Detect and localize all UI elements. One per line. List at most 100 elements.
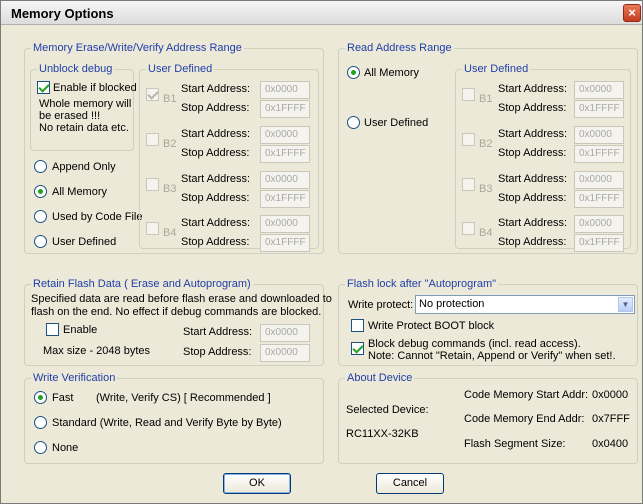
read-all-memory-radio[interactable] <box>347 66 360 79</box>
retain-description-line: Specified data are read before flash era… <box>31 293 332 305</box>
write-bank-b4-checkbox[interactable] <box>146 222 159 235</box>
write-b3-start-input[interactable]: 0x0000 <box>260 171 310 189</box>
retain-stop-label: Stop Address: <box>183 346 252 358</box>
selected-device-label: Selected Device: <box>346 404 429 416</box>
write-bank-b2-checkbox[interactable] <box>146 133 159 146</box>
enable-if-blocked-checkbox[interactable] <box>37 81 50 94</box>
all-memory-label: All Memory <box>52 186 108 198</box>
write-protect-boot-checkbox[interactable] <box>351 319 364 332</box>
write-protect-boot-label: Write Protect BOOT block <box>368 320 495 332</box>
read-bank-b3-checkbox[interactable] <box>462 178 475 191</box>
stop-address-label: Stop Address: <box>181 192 250 204</box>
ok-button[interactable]: OK <box>223 473 291 494</box>
start-address-label: Start Address: <box>498 173 568 185</box>
write-b1-start-input[interactable]: 0x0000 <box>260 81 310 99</box>
read-bank-b1-label: B1 <box>479 93 493 105</box>
user-defined-radio[interactable] <box>34 235 47 248</box>
append-only-label: Append Only <box>52 161 116 173</box>
start-address-label: Start Address: <box>181 128 251 140</box>
write-b1-stop-input[interactable]: 0x1FFFF <box>260 100 310 118</box>
verify-standard-label: Standard (Write, Read and Verify Byte by… <box>52 417 282 429</box>
read-b2-start-input[interactable]: 0x0000 <box>574 126 624 144</box>
read-range-legend: Read Address Range <box>345 42 454 55</box>
write-bank-b1-label: B1 <box>163 93 177 105</box>
verify-none-radio[interactable] <box>34 441 47 454</box>
stop-address-label: Stop Address: <box>181 147 250 159</box>
block-debug-checkbox[interactable] <box>351 342 364 355</box>
segment-size-value: 0x0400 <box>592 438 629 450</box>
read-b3-start-input[interactable]: 0x0000 <box>574 171 624 189</box>
all-memory-radio[interactable] <box>34 185 47 198</box>
retain-description-line: flash on the end. No effect if debug com… <box>31 306 322 318</box>
write-bank-b3-label: B3 <box>163 183 177 195</box>
read-b4-stop-input[interactable]: 0x1FFFF <box>574 234 624 252</box>
start-address-label: Start Address: <box>181 173 251 185</box>
write-b2-start-input[interactable]: 0x0000 <box>260 126 310 144</box>
verify-fast-detail: (Write, Verify CS) [ Recommended ] <box>96 392 271 404</box>
stop-address-label: Stop Address: <box>498 102 567 114</box>
verify-fast-radio[interactable] <box>34 391 47 404</box>
stop-address-label: Stop Address: <box>181 102 250 114</box>
retain-start-label: Start Address: <box>183 326 253 338</box>
read-bank-b3-label: B3 <box>479 183 493 195</box>
unblock-debug-legend: Unblock debug <box>37 63 115 76</box>
read-b4-start-input[interactable]: 0x0000 <box>574 215 624 233</box>
read-user-defined-legend: User Defined <box>462 63 531 76</box>
read-bank-b4-checkbox[interactable] <box>462 222 475 235</box>
title-bar: Memory Options × <box>1 1 642 25</box>
retain-start-input[interactable]: 0x0000 <box>260 324 310 342</box>
used-by-code-file-radio[interactable] <box>34 210 47 223</box>
write-b2-stop-input[interactable]: 0x1FFFF <box>260 145 310 163</box>
read-b3-stop-input[interactable]: 0x1FFFF <box>574 190 624 208</box>
chevron-down-icon[interactable]: ▼ <box>618 297 633 312</box>
device-name: RC11XX-32KB <box>346 428 419 440</box>
append-only-radio[interactable] <box>34 160 47 173</box>
stop-address-label: Stop Address: <box>498 147 567 159</box>
write-protect-label: Write protect: <box>348 299 414 311</box>
read-bank-b2-checkbox[interactable] <box>462 133 475 146</box>
read-b1-stop-input[interactable]: 0x1FFFF <box>574 100 624 118</box>
retain-flash-legend: Retain Flash Data ( Erase and Autoprogra… <box>31 278 253 291</box>
block-debug-note: Note: Cannot "Retain, Append or Verify" … <box>368 350 616 362</box>
verify-standard-radio[interactable] <box>34 416 47 429</box>
retain-stop-input[interactable]: 0x0000 <box>260 344 310 362</box>
memory-options-dialog: Memory Options × Memory Erase/Write/Veri… <box>0 0 643 504</box>
window-title: Memory Options <box>11 6 114 21</box>
retain-enable-label: Enable <box>63 324 98 336</box>
read-b2-stop-input[interactable]: 0x1FFFF <box>574 145 624 163</box>
code-end-value: 0x7FFF <box>592 413 630 425</box>
read-bank-b4-label: B4 <box>479 227 493 239</box>
write-protect-select[interactable]: No protection ▼ <box>415 295 635 314</box>
write-b3-stop-input[interactable]: 0x1FFFF <box>260 190 310 208</box>
about-device-legend: About Device <box>345 372 415 385</box>
verify-none-label: None <box>52 442 79 454</box>
read-user-defined-label: User Defined <box>364 117 429 129</box>
retain-enable-checkbox[interactable] <box>46 323 59 336</box>
write-bank-b1-checkbox[interactable] <box>146 88 159 101</box>
write-verification-legend: Write Verification <box>31 372 118 385</box>
code-end-label: Code Memory End Addr: <box>464 413 585 425</box>
enable-if-blocked-label: Enable if blocked <box>53 82 137 94</box>
write-protect-value: No protection <box>419 298 485 310</box>
used-by-code-file-label: Used by Code File <box>52 211 143 223</box>
start-address-label: Start Address: <box>498 217 568 229</box>
warning-line: No retain data etc. <box>39 122 129 134</box>
start-address-label: Start Address: <box>498 128 568 140</box>
read-bank-b1-checkbox[interactable] <box>462 88 475 101</box>
write-bank-b4-label: B4 <box>163 227 177 239</box>
write-b4-start-input[interactable]: 0x0000 <box>260 215 310 233</box>
read-b1-start-input[interactable]: 0x0000 <box>574 81 624 99</box>
code-start-label: Code Memory Start Addr: <box>464 389 589 401</box>
cancel-button[interactable]: Cancel <box>376 473 444 494</box>
write-b4-stop-input[interactable]: 0x1FFFF <box>260 234 310 252</box>
max-size-label: Max size - 2048 bytes <box>43 345 150 357</box>
segment-size-label: Flash Segment Size: <box>464 438 566 450</box>
close-icon[interactable]: × <box>623 4 641 22</box>
memory-range-legend: Memory Erase/Write/Verify Address Range <box>31 42 244 55</box>
stop-address-label: Stop Address: <box>498 236 567 248</box>
write-bank-b2-label: B2 <box>163 138 177 150</box>
write-bank-b3-checkbox[interactable] <box>146 178 159 191</box>
start-address-label: Start Address: <box>498 83 568 95</box>
read-user-defined-radio[interactable] <box>347 116 360 129</box>
start-address-label: Start Address: <box>181 217 251 229</box>
